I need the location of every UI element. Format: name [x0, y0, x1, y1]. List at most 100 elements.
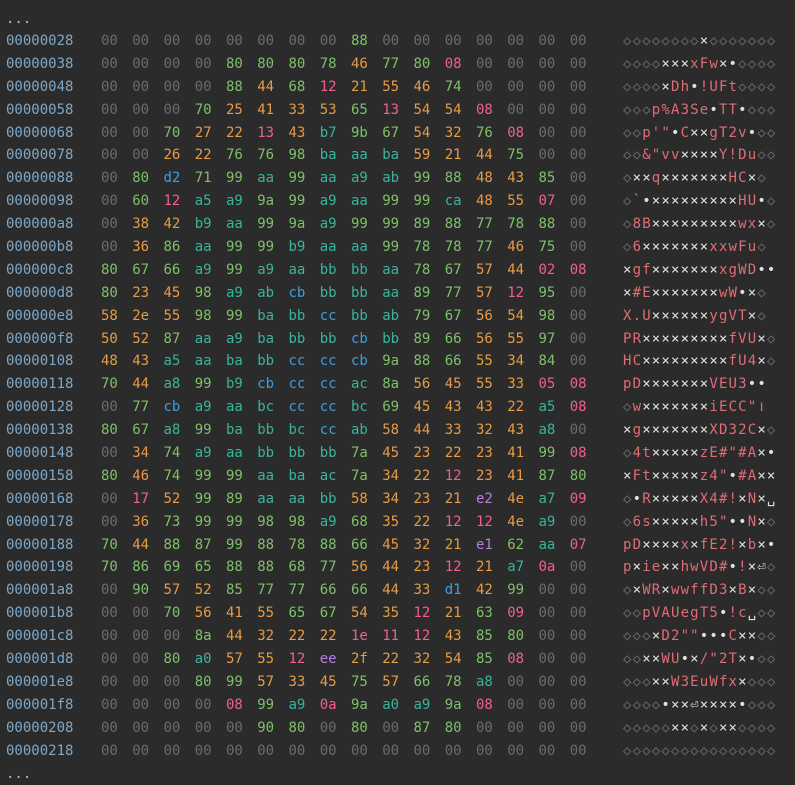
ascii-char: X	[699, 490, 709, 507]
hex-row: 00000068 00 00 70 27 22 13 43 b7 9b 67 54 32 76 08 00 00…	[6, 122, 795, 145]
ascii-char: ×	[661, 239, 670, 256]
hex-byte: 99	[226, 307, 243, 324]
ascii-char: ⏎	[690, 696, 699, 713]
ascii-char: D	[632, 536, 642, 553]
ascii-char: ◇	[670, 33, 680, 49]
byte-group: bb aa 89 77	[351, 282, 476, 305]
ascii-char: A	[747, 445, 757, 462]
hex-byte: a9	[319, 216, 337, 233]
ascii-char: ◇	[766, 353, 776, 370]
byte-group: aa bb bb bb	[226, 442, 351, 465]
hex-byte: aa	[351, 193, 368, 210]
hex-byte: a9	[194, 399, 212, 416]
hex-byte: 07	[538, 193, 556, 210]
hex-byte: aa	[226, 445, 243, 462]
hex-byte: 23	[413, 559, 431, 576]
ascii-char: ◇	[623, 193, 632, 210]
hex-byte: aa	[194, 239, 212, 256]
row-offset: 000000d8	[6, 284, 74, 301]
ascii-char: ◇	[699, 742, 709, 759]
hex-byte: 00	[132, 719, 150, 736]
ascii-char: W	[709, 673, 718, 690]
hex-byte: 22	[319, 628, 337, 645]
ascii-char: ×	[670, 353, 680, 370]
hex-byte: 85	[538, 170, 556, 187]
ascii-char: ◇	[766, 193, 776, 210]
ascii-char: ◇	[757, 33, 766, 49]
ascii-char: ×	[690, 422, 699, 439]
hex-byte: 00	[444, 742, 462, 759]
byte-group: 7a 34 22 12	[351, 465, 476, 488]
ascii-char: f	[690, 582, 699, 599]
ascii-char: ×	[680, 445, 689, 462]
ascii-char: ◇	[623, 216, 632, 233]
hex-byte: 99	[194, 376, 212, 393]
ascii-char: ×	[699, 696, 709, 713]
ascii-char: ×	[680, 284, 689, 301]
hex-byte: cc	[319, 353, 337, 370]
hex-byte: d2	[163, 170, 181, 187]
ascii-char: ◇	[738, 55, 747, 72]
hex-byte: 25	[226, 101, 243, 118]
ascii-char: D	[709, 559, 718, 576]
hex-byte: 2e	[132, 307, 150, 324]
hex-byte: 99	[226, 513, 243, 530]
ascii-column: ◇◇××WU•×/"2T×•◇◇	[623, 648, 778, 671]
ascii-char: p	[642, 124, 651, 141]
ascii-char: ×	[670, 330, 680, 347]
byte-group: 99 88 78 88	[226, 534, 351, 557]
hex-byte: 80	[288, 55, 306, 72]
ascii-char: F	[738, 239, 747, 256]
ascii-char: ×	[661, 445, 670, 462]
ascii-char: y	[709, 307, 718, 324]
byte-group: a9 ab 99 88	[351, 167, 476, 190]
hex-byte: 80	[569, 467, 587, 484]
hex-byte: 00	[163, 33, 181, 49]
hex-byte: 00	[163, 628, 181, 645]
ascii-char: ×	[661, 78, 670, 95]
ascii-char: T	[728, 101, 737, 118]
ascii-char: p	[642, 605, 651, 622]
ascii-char: w	[632, 399, 642, 416]
ascii-char: ◇	[623, 239, 632, 256]
ascii-char: E	[690, 673, 699, 690]
hex-bytes: 00 00 00 80 99 57 33 45 75 57 66 78 a8 00 00 00	[101, 671, 601, 694]
hex-byte: b7	[319, 124, 337, 141]
hex-byte: 00	[569, 330, 587, 347]
hex-byte: 00	[538, 101, 556, 118]
ascii-char: ◇	[728, 742, 737, 759]
byte-group: 70 44 88 87	[101, 534, 226, 557]
hex-byte: 99	[382, 193, 400, 210]
ascii-char: ×	[661, 490, 670, 507]
ascii-char: ◇	[766, 742, 776, 759]
ascii-char: /	[699, 651, 709, 668]
hex-byte: 00	[569, 78, 587, 95]
hex-byte: 78	[413, 239, 431, 256]
ascii-char: s	[642, 513, 651, 530]
hex-byte: 00	[538, 696, 556, 713]
ascii-char: ◇	[766, 55, 776, 72]
ascii-char: ×	[690, 124, 699, 141]
ascii-char: ◇	[623, 582, 632, 599]
hex-byte: 57	[476, 284, 493, 301]
hex-byte: 00	[569, 513, 587, 530]
hex-byte: 55	[476, 353, 493, 370]
ascii-char: •	[718, 605, 728, 622]
ascii-char: w	[690, 559, 699, 576]
ascii-char: ×	[699, 353, 709, 370]
ascii-char: ×	[699, 261, 709, 278]
hex-byte: 00	[101, 628, 118, 645]
ascii-char: t	[728, 78, 737, 95]
ascii-char: ◇	[632, 651, 642, 668]
ascii-char: W	[738, 261, 747, 278]
hex-byte: 43	[288, 124, 306, 141]
ascii-char: ×	[642, 353, 651, 370]
hex-byte: a0	[382, 696, 400, 713]
ascii-char: ×	[651, 467, 661, 484]
hex-byte: 00	[101, 673, 118, 690]
hex-byte: 44	[382, 559, 400, 576]
hex-byte: 00	[569, 216, 587, 233]
byte-group: 00 00 00 00	[476, 30, 601, 53]
hex-row: 000001d8 00 00 80 a0 57 55 12 ee 2f 22 32 54 85 08 00 00…	[6, 648, 795, 671]
hex-byte: 78	[444, 239, 462, 256]
